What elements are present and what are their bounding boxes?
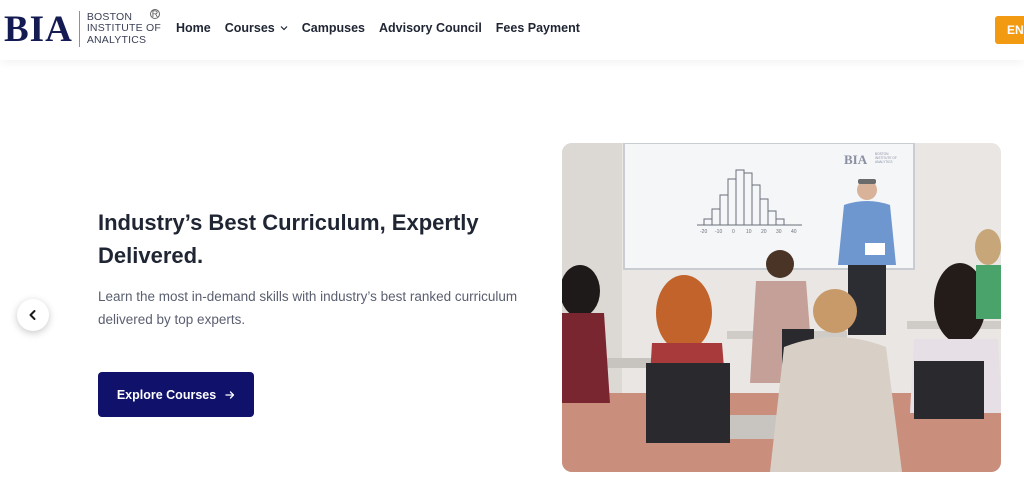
registered-mark: R bbox=[150, 9, 160, 19]
enquire-button[interactable]: EN bbox=[995, 16, 1024, 44]
hero-title: Industry’s Best Curriculum, Expertly Del… bbox=[98, 206, 518, 272]
board-logo-mark: BIA bbox=[844, 152, 868, 167]
nav-home-label: Home bbox=[176, 21, 211, 35]
hero-title-line-1: Industry’s Best Curriculum, Expertly bbox=[98, 210, 479, 235]
chart-tick-6: 40 bbox=[791, 229, 797, 235]
main-nav: Home Courses Campuses Advisory Council F… bbox=[176, 21, 594, 35]
chart-tick-2: 0 bbox=[732, 229, 735, 235]
hero-subtitle: Learn the most in-demand skills with ind… bbox=[98, 285, 538, 331]
student-far-right bbox=[975, 229, 1001, 319]
nav-courses-label: Courses bbox=[224, 21, 275, 35]
chevron-down-icon bbox=[280, 26, 288, 31]
logo-line-3: ANALYTICS bbox=[86, 33, 147, 46]
chart-tick-1: -10 bbox=[715, 229, 722, 235]
chart-tick-5: 30 bbox=[776, 229, 782, 235]
nav-fees-payment[interactable]: Fees Payment bbox=[496, 21, 580, 35]
classroom-illustration: -20 -10 0 10 20 30 40 BIA BOSTON INSTITU… bbox=[562, 143, 1001, 472]
nav-campuses-label: Campuses bbox=[301, 21, 365, 35]
logo-mark: BIA bbox=[4, 8, 73, 50]
explore-courses-button[interactable]: Explore Courses bbox=[98, 372, 254, 417]
bia-logo[interactable]: BIA BOSTON INSTITUTE OF ANALYTICS R bbox=[4, 8, 161, 50]
explore-courses-label: Explore Courses bbox=[116, 387, 217, 402]
board-logo-line-3: ANALYTICS bbox=[875, 160, 892, 164]
nav-courses[interactable]: Courses bbox=[225, 21, 288, 35]
arrow-right-icon bbox=[225, 390, 235, 399]
chart-tick-4: 20 bbox=[761, 229, 767, 235]
logo-line-2: INSTITUTE OF bbox=[86, 22, 161, 35]
hero-classroom-image: -20 -10 0 10 20 30 40 BIA BOSTON INSTITU… bbox=[562, 143, 1001, 472]
nav-advisory-label: Advisory Council bbox=[379, 21, 482, 35]
logo-divider bbox=[78, 11, 80, 47]
nav-advisory-council[interactable]: Advisory Council bbox=[379, 21, 482, 35]
chevron-left-icon bbox=[29, 310, 36, 320]
hero-title-line-2: Delivered. bbox=[98, 243, 204, 268]
chart-tick-3: 10 bbox=[746, 229, 752, 235]
logo-line-1: BOSTON bbox=[86, 10, 133, 23]
logo-text: BOSTON INSTITUTE OF ANALYTICS bbox=[86, 10, 161, 47]
hero-subtitle-line-1: Learn the most in-demand skills with ind… bbox=[98, 289, 518, 304]
hero-subtitle-line-2: delivered by top experts. bbox=[98, 312, 246, 327]
site-header: BIA BOSTON INSTITUTE OF ANALYTICS R Home… bbox=[0, 0, 1024, 60]
nav-home[interactable]: Home bbox=[176, 21, 211, 35]
enquire-button-label: EN bbox=[1007, 23, 1024, 37]
nav-campuses[interactable]: Campuses bbox=[302, 21, 365, 35]
nav-fees-label: Fees Payment bbox=[495, 21, 580, 35]
carousel-prev-button[interactable] bbox=[17, 299, 49, 331]
chart-tick-0: -20 bbox=[700, 229, 707, 235]
